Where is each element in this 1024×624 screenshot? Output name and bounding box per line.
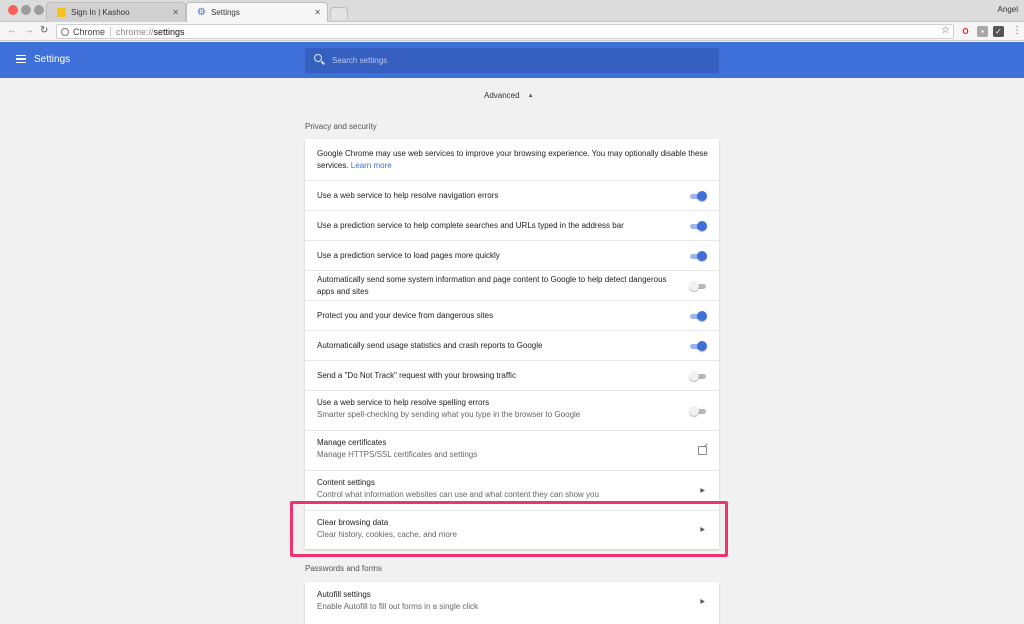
reload-icon[interactable]: ↻	[40, 25, 48, 36]
omnibox-chip-label: Chrome	[73, 26, 106, 37]
tab-kashoo[interactable]: Sign In | Kashoo ✕	[46, 2, 186, 22]
omnibox-divider	[110, 26, 112, 37]
setting-sublabel: Manage HTTPS/SSL certificates and settin…	[317, 450, 478, 459]
setting-label: Automatically send some system informati…	[317, 275, 667, 296]
toggle-knob	[697, 341, 707, 351]
page-title: Settings	[34, 54, 71, 65]
toggle-knob	[697, 251, 707, 261]
setting-label: Use a prediction service to load pages m…	[317, 251, 500, 260]
toggle-switch[interactable]	[689, 406, 707, 416]
setting-label: Protect you and your device from dangero…	[317, 311, 494, 320]
window-maximize-button[interactable]	[34, 5, 44, 15]
toggle-switch[interactable]	[689, 311, 707, 321]
opera-extension-icon[interactable]: O	[960, 26, 971, 37]
setting-row[interactable]: Use a web service to help resolve naviga…	[305, 180, 719, 210]
advanced-toggle[interactable]: Advanced ▲	[484, 91, 534, 100]
advanced-label: Advanced	[484, 91, 520, 100]
highlight-annotation	[290, 501, 728, 557]
toggle-knob	[697, 221, 707, 231]
window-titlebar: Sign In | Kashoo ✕ ⚙ Settings ✕ Angel	[0, 0, 1024, 22]
pocket-extension-icon[interactable]: ✓	[993, 26, 1004, 37]
setting-row[interactable]: Automatically send some system informati…	[305, 270, 719, 300]
toggle-knob	[689, 406, 699, 416]
setting-label: Autofill settings	[317, 590, 371, 599]
close-tab-icon[interactable]: ✕	[314, 8, 321, 17]
toggle-switch[interactable]	[689, 341, 707, 351]
tab-title: Sign In | Kashoo	[71, 8, 130, 17]
privacy-card: Google Chrome may use web services to im…	[305, 139, 719, 549]
autofill-settings-row[interactable]: Autofill settings Enable Autofill to fil…	[305, 582, 719, 620]
toggle-knob	[697, 191, 707, 201]
search-icon	[314, 54, 322, 62]
tab-settings[interactable]: ⚙ Settings ✕	[186, 2, 328, 22]
setting-label: Send a "Do Not Track" request with your …	[317, 371, 516, 380]
toggle-knob	[689, 371, 699, 381]
gear-icon: ⚙	[197, 7, 206, 18]
setting-label: Manage certificates	[317, 438, 387, 447]
setting-row[interactable]: Use a prediction service to load pages m…	[305, 240, 719, 270]
setting-sublabel: Smarter spell-checking by sending what y…	[317, 410, 581, 419]
toggle-switch[interactable]	[689, 191, 707, 201]
section-heading-privacy: Privacy and security	[305, 122, 377, 131]
url-scheme: chrome://	[116, 26, 154, 37]
address-bar[interactable]: Chrome chrome://settings ☆	[56, 24, 954, 39]
setting-sublabel: Control what information websites can us…	[317, 490, 599, 499]
chrome-info-icon	[61, 27, 69, 36]
hamburger-menu-icon[interactable]	[16, 55, 26, 63]
profile-name[interactable]: Angel	[998, 5, 1018, 14]
setting-row[interactable]: Use a prediction service to help complet…	[305, 210, 719, 240]
window-close-button[interactable]	[8, 5, 18, 15]
close-tab-icon[interactable]: ✕	[172, 8, 179, 17]
setting-label: Use a prediction service to help complet…	[317, 221, 624, 230]
toggle-knob	[697, 311, 707, 321]
chevron-up-icon: ▲	[527, 92, 534, 99]
setting-row[interactable]: Send a "Do Not Track" request with your …	[305, 360, 719, 390]
browser-menu-icon[interactable]: ⋮	[1012, 25, 1022, 36]
kashoo-favicon-icon	[57, 8, 66, 17]
search-input[interactable]	[332, 52, 712, 68]
chevron-right-icon: ▶	[700, 488, 705, 494]
setting-row[interactable]: Use a web service to help resolve spelli…	[305, 390, 719, 430]
setting-label: Use a web service to help resolve spelli…	[317, 398, 490, 407]
section-heading-passwords: Passwords and forms	[305, 564, 382, 573]
chevron-right-icon: ▶	[700, 599, 705, 605]
setting-sublabel: Enable Autofill to fill out forms in a s…	[317, 602, 478, 611]
privacy-intro-text: Google Chrome may use web services to im…	[317, 148, 712, 172]
setting-label: Content settings	[317, 478, 375, 487]
settings-header: Settings	[0, 42, 1024, 78]
setting-label: Automatically send usage statistics and …	[317, 341, 543, 350]
toggle-switch[interactable]	[689, 221, 707, 231]
setting-label: Use a web service to help resolve naviga…	[317, 191, 499, 200]
search-box[interactable]	[305, 48, 719, 73]
setting-row[interactable]: Protect you and your device from dangero…	[305, 300, 719, 330]
manage-certificates-row[interactable]: Manage certificates Manage HTTPS/SSL cer…	[305, 430, 719, 470]
toggle-knob	[689, 281, 699, 291]
external-link-icon[interactable]	[698, 446, 707, 455]
toggle-switch[interactable]	[689, 251, 707, 261]
privacy-intro: Google Chrome may use web services to im…	[305, 139, 719, 180]
new-tab-button[interactable]	[330, 7, 348, 19]
toggle-switch[interactable]	[689, 371, 707, 381]
tab-title: Settings	[210, 8, 240, 17]
setting-row[interactable]: Automatically send usage statistics and …	[305, 330, 719, 360]
browser-toolbar: ← → ↻ Chrome chrome://settings ☆ O ▪ ✓ ⋮	[0, 22, 1024, 41]
url-host: settings	[153, 26, 185, 37]
back-arrow-icon[interactable]: ←	[7, 25, 17, 36]
window-minimize-button[interactable]	[21, 5, 31, 15]
learn-more-link[interactable]: Learn more	[351, 161, 392, 170]
bookmark-star-icon[interactable]: ☆	[941, 25, 950, 36]
extension-icon[interactable]: ▪	[977, 26, 988, 37]
forward-arrow-icon[interactable]: →	[24, 25, 34, 36]
toggle-switch[interactable]	[689, 281, 707, 291]
passwords-card: Autofill settings Enable Autofill to fil…	[305, 582, 719, 624]
